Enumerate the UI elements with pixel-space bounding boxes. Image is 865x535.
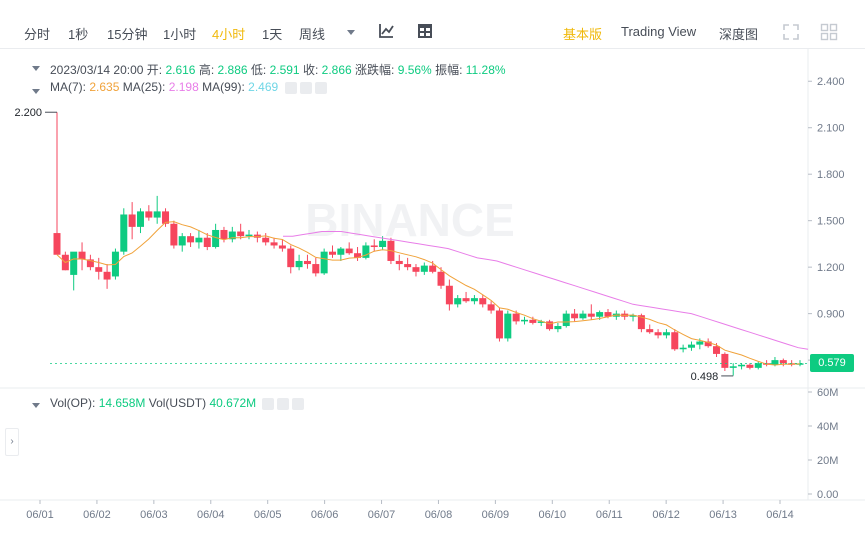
date-tick-label: 06/03 <box>140 509 168 521</box>
candle-body <box>671 332 679 350</box>
candle-body <box>312 264 320 274</box>
price-tick-label: 1.500 <box>817 216 845 228</box>
date-tick-label: 06/14 <box>766 509 794 521</box>
candle-body <box>237 231 245 237</box>
candle-body <box>345 248 353 254</box>
candle-body <box>713 346 721 354</box>
high-marker-label: 2.200 <box>14 107 42 119</box>
candle-body <box>429 265 437 272</box>
candle-body <box>145 211 153 218</box>
candle-body <box>512 313 520 322</box>
candle-body <box>120 214 128 252</box>
candle-body <box>420 265 428 272</box>
price-tick-label: 0.900 <box>817 309 845 321</box>
current-price-tag: 0.579 <box>810 354 854 373</box>
candle-body <box>479 298 487 305</box>
volume-tick-label: 0.00 <box>817 489 838 501</box>
candle-body <box>53 233 61 255</box>
watermark: BINANCE <box>305 194 515 246</box>
candle-body <box>187 236 195 243</box>
candle-body <box>646 329 654 333</box>
candle-body <box>412 267 420 272</box>
candle-body <box>170 223 178 246</box>
candle-body <box>596 312 604 317</box>
candle-body <box>445 285 453 305</box>
date-tick-label: 06/13 <box>709 509 737 521</box>
candle-body <box>779 360 787 364</box>
candle-body <box>679 347 687 350</box>
date-tick-label: 06/08 <box>425 509 453 521</box>
candle-body <box>278 245 286 249</box>
candle-body <box>70 251 78 275</box>
candle-body <box>746 364 754 368</box>
candle-body <box>554 326 562 330</box>
candle-body <box>153 211 161 218</box>
volume-tick-label: 20M <box>817 455 838 467</box>
candle-body <box>136 211 144 227</box>
candle-body <box>529 319 537 323</box>
candle-body <box>287 248 295 268</box>
candle-body <box>245 234 253 237</box>
date-tick-label: 06/06 <box>311 509 339 521</box>
candle-body <box>687 344 695 348</box>
date-tick-label: 06/07 <box>368 509 396 521</box>
price-tick-label: 2.400 <box>817 76 845 88</box>
candle-body <box>437 271 445 286</box>
candle-body <box>662 332 670 336</box>
candle-body <box>696 341 704 345</box>
low-marker-label: 0.498 <box>691 371 719 383</box>
candle-body <box>328 251 336 255</box>
candle-body <box>754 363 762 368</box>
candle-body <box>395 260 403 265</box>
candle-body <box>270 242 278 246</box>
candle-body <box>462 298 470 302</box>
date-tick-label: 06/12 <box>652 509 680 521</box>
candle-body <box>771 360 779 365</box>
candle-body <box>337 248 345 255</box>
candle-body <box>495 310 503 339</box>
candle-body <box>262 237 270 243</box>
candlestick-chart: BINANCE 2.400 2.100 1.800 1.500 1.200 0.900 0.… <box>0 48 865 521</box>
candle-body <box>521 319 529 322</box>
volume-tick-label: 60M <box>817 387 838 399</box>
candle-body <box>295 260 303 268</box>
candle-body <box>579 313 587 319</box>
date-tick-label: 06/01 <box>26 509 54 521</box>
candle-body <box>721 353 729 368</box>
candle-body <box>487 304 495 311</box>
volume-tick-label: 40M <box>817 421 838 433</box>
candle-body <box>320 251 328 274</box>
candle-body <box>303 260 311 265</box>
date-tick-label: 06/04 <box>197 509 225 521</box>
candle-body <box>203 237 211 248</box>
date-tick-label: 06/09 <box>482 509 510 521</box>
candle-body <box>587 313 595 317</box>
date-tick-label: 06/11 <box>596 509 623 521</box>
candle-body <box>379 240 387 248</box>
candle-body <box>178 236 186 246</box>
candle-body <box>504 313 512 339</box>
candle-body <box>470 298 478 302</box>
candle-body <box>571 313 579 319</box>
date-tick-label: 06/10 <box>539 509 567 521</box>
candle-body <box>370 245 378 248</box>
candle-body <box>729 366 737 368</box>
candle-body <box>95 267 103 272</box>
price-tick-label: 2.100 <box>817 123 845 135</box>
price-tick-label: 1.200 <box>817 262 845 274</box>
candle-body <box>654 332 662 336</box>
candle-body <box>103 271 111 280</box>
date-tick-label: 06/05 <box>254 509 282 521</box>
candle-body <box>404 264 412 268</box>
ma25-line <box>283 231 809 350</box>
candle-body <box>454 298 462 305</box>
candle-body <box>738 364 746 367</box>
candle-body <box>128 214 136 227</box>
candle-body <box>562 313 570 327</box>
candle-body <box>195 237 203 243</box>
candle-body <box>78 251 86 260</box>
date-tick-label: 06/02 <box>83 509 111 521</box>
price-tick-label: 1.800 <box>817 169 845 181</box>
candle-body <box>220 229 228 240</box>
